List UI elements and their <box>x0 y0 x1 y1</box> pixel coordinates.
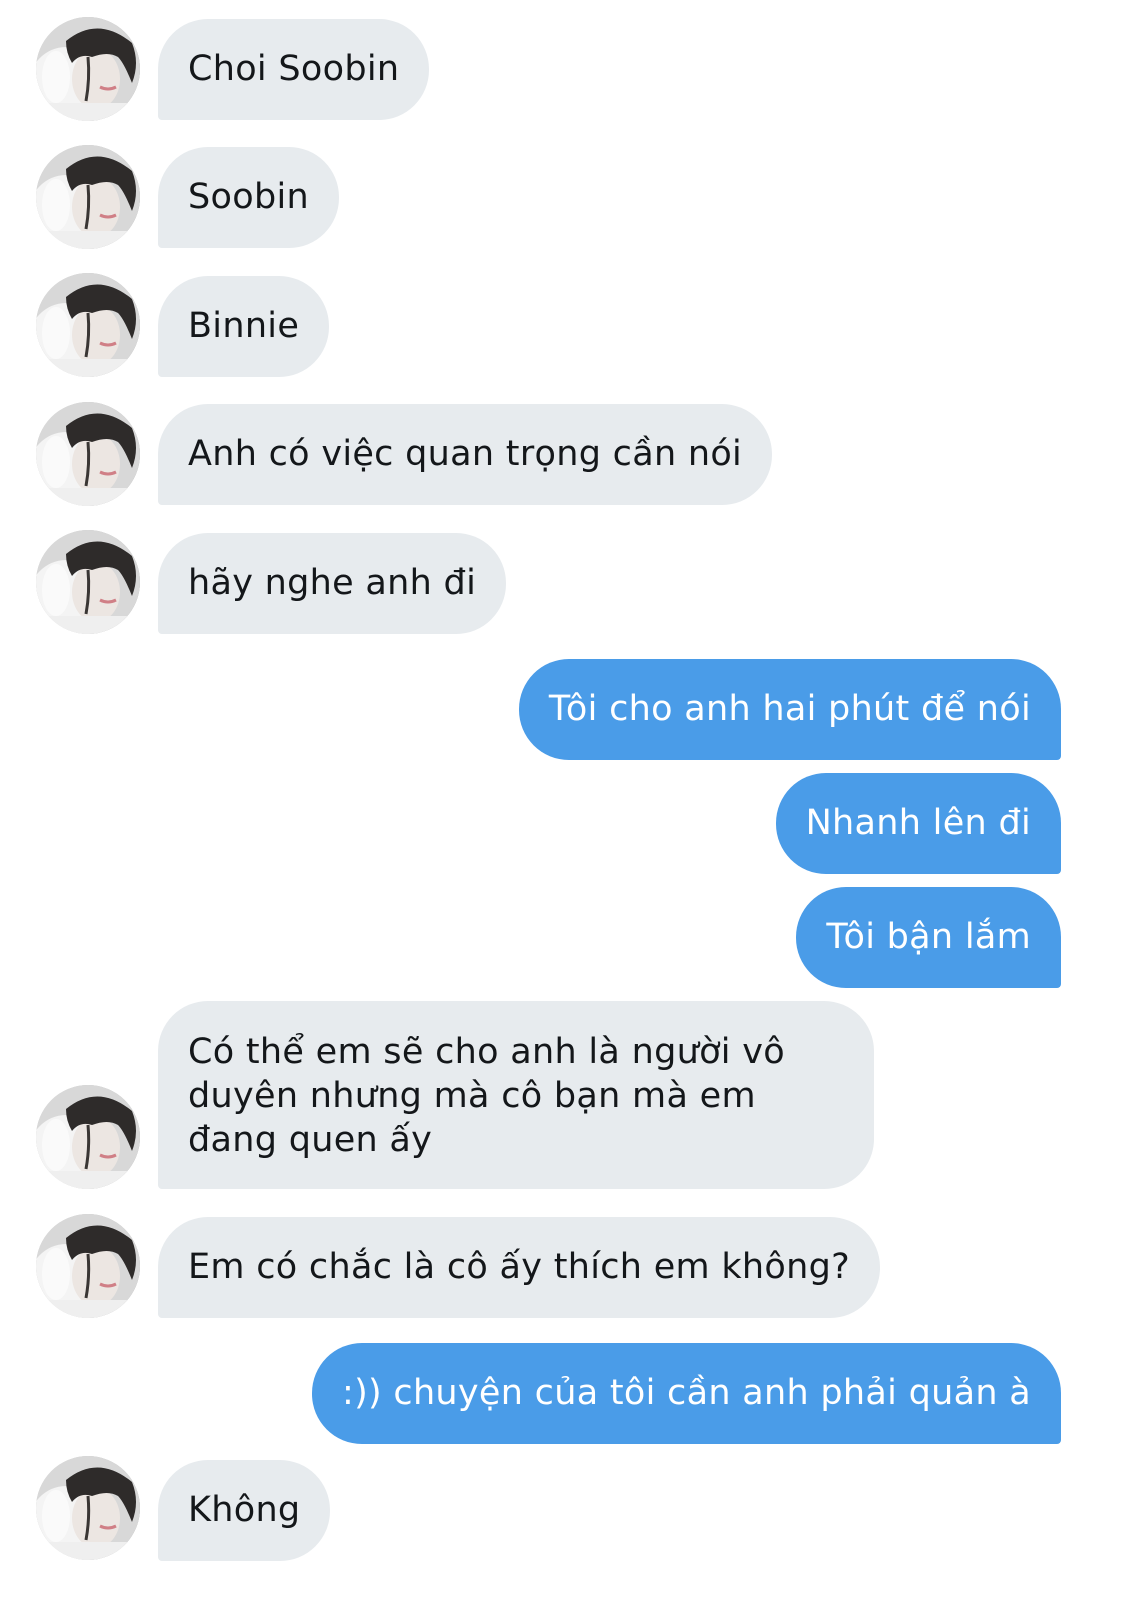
contact-avatar-icon[interactable] <box>36 530 140 634</box>
message-bubble-incoming[interactable]: Choi Soobin <box>158 19 430 120</box>
message-bubble-outgoing[interactable]: Tôi cho anh hai phút để nói <box>518 659 1061 760</box>
chat-thread: Choi Soobin Soobin Binnie Anh có việc qu… <box>0 0 1125 1610</box>
message-bubble-incoming[interactable]: Anh có việc quan trọng cần nói <box>158 404 773 505</box>
message-bubble-incoming[interactable]: hãy nghe anh đi <box>158 533 507 634</box>
contact-avatar-icon[interactable] <box>36 273 140 377</box>
message-bubble-incoming[interactable]: Có thể em sẽ cho anh là người vô duyên n… <box>158 1001 874 1189</box>
contact-avatar-icon[interactable] <box>36 145 140 249</box>
message-bubble-outgoing[interactable]: Tôi bận lắm <box>796 887 1061 988</box>
message-bubble-outgoing[interactable]: Nhanh lên đi <box>775 773 1061 874</box>
contact-avatar-icon[interactable] <box>36 402 140 506</box>
contact-avatar-icon[interactable] <box>36 1214 140 1318</box>
message-bubble-incoming[interactable]: Em có chắc là cô ấy thích em không? <box>158 1217 880 1318</box>
message-bubble-incoming[interactable]: Soobin <box>158 147 339 248</box>
contact-avatar-icon[interactable] <box>36 1085 140 1189</box>
contact-avatar-icon[interactable] <box>36 17 140 121</box>
message-bubble-incoming[interactable]: Không <box>158 1460 331 1561</box>
contact-avatar-icon[interactable] <box>36 1456 140 1560</box>
message-bubble-incoming[interactable]: Binnie <box>158 276 330 377</box>
message-bubble-outgoing[interactable]: :)) chuyện của tôi cần anh phải quản à <box>311 1343 1061 1444</box>
